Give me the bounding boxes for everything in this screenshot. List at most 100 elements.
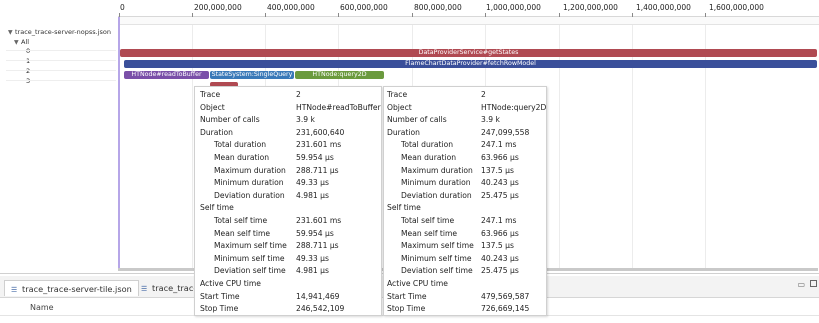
tooltip-key: Start Time	[200, 291, 240, 301]
tab-label: trace_trace-server-tile.json	[22, 284, 132, 294]
tooltip-row: Deviation duration 25.475 µs	[384, 190, 546, 202]
tree-item-row-2[interactable]: 2	[26, 67, 30, 75]
tooltip-key: Total duration	[214, 140, 267, 150]
tooltip-key: Self time	[200, 203, 234, 213]
tooltip-row: Active CPU time	[195, 278, 381, 290]
row-divider	[6, 60, 116, 61]
tree-item-all[interactable]: ▼ All	[14, 37, 29, 47]
selection-marker[interactable]	[118, 17, 120, 270]
tooltip-value: 40.243 µs	[481, 178, 519, 188]
tooltip-key: Stop Time	[200, 304, 239, 314]
tooltip-row: Duration 231,600,640	[195, 127, 381, 139]
tooltip-row: Minimum duration 40.243 µs	[384, 177, 546, 189]
tick-label: 1,400,000,000	[636, 3, 691, 12]
tooltip-key: Mean duration	[214, 153, 270, 162]
tab-label: trace_trace	[152, 283, 199, 293]
tooltip-row: Maximum duration 288.711 µs	[195, 165, 381, 177]
tooltip-value: 3.9 k	[296, 115, 315, 125]
tooltip-key: Duration	[200, 127, 233, 137]
tooltip-key: Mean self time	[401, 228, 458, 238]
bar-label: FlameChartDataProvider#fetchRowModel	[405, 60, 536, 67]
tab-trace-server-tile[interactable]: ☰ trace_trace-server-tile.json	[4, 280, 139, 296]
tooltip-value: 4.981 µs	[296, 266, 329, 276]
tree-item-row-3[interactable]: 3	[26, 77, 30, 85]
call-bar[interactable]: DataProviderService#getStates	[120, 49, 817, 57]
tree-item-file[interactable]: ▼ trace_trace-server-nopss.json	[8, 27, 111, 37]
call-bar[interactable]: HTNode:query2D	[295, 71, 384, 79]
tooltip-value: 3.9 k	[481, 115, 500, 125]
tooltip-row: Minimum self time 49.33 µs	[195, 253, 381, 265]
tooltip-value: HTNode:query2D	[481, 102, 547, 112]
tooltip-value: 63.966 µs	[481, 228, 519, 238]
tooltip-row: Object HTNode#readToBuffer	[195, 102, 381, 114]
tooltip-key: Total self time	[214, 216, 268, 225]
tooltip-value: 14,941,469	[296, 291, 340, 301]
tooltip-row: Trace 2	[384, 89, 546, 101]
tooltip-row: Total duration 247.1 ms	[384, 139, 546, 151]
tooltip-row: Maximum duration 137.5 µs	[384, 165, 546, 177]
tooltip-value: 247.1 ms	[481, 140, 517, 150]
column-name-header[interactable]: Name	[30, 303, 54, 312]
tooltip-row: Mean duration 59.954 µs	[195, 152, 381, 164]
chevron-down-icon[interactable]: ▼	[14, 38, 21, 48]
tooltip-key: Active CPU time	[387, 279, 448, 288]
tooltip-key: Maximum self time	[214, 241, 287, 251]
tooltip-key: Object	[387, 102, 412, 112]
table-icon: ☰	[141, 285, 148, 293]
tooltip-value: 726,669,145	[481, 304, 530, 314]
tooltip-row: Minimum duration 49.33 µs	[195, 177, 381, 189]
tooltip-row: Number of calls 3.9 k	[195, 114, 381, 126]
tooltip-value: 59.954 µs	[296, 228, 334, 238]
maximize-icon[interactable]	[810, 280, 817, 287]
tooltip-key: Total self time	[401, 216, 455, 225]
bar-label: HTNode#readToBuffer	[131, 71, 202, 78]
tooltip-row: Total self time 247.1 ms	[384, 215, 546, 227]
tooltip-value: 25.475 µs	[481, 266, 519, 276]
tree-item-row-0[interactable]: 0	[26, 47, 30, 55]
tooltip-key: Stop Time	[387, 304, 426, 314]
tick-label: 1,000,000,000	[486, 3, 541, 12]
tooltip-value: 137.5 µs	[481, 165, 514, 175]
tooltip-row: Object HTNode:query2D	[384, 102, 546, 114]
tooltip-row: Total duration 231.601 ms	[195, 139, 381, 151]
tooltip-row: Mean duration 63.966 µs	[384, 152, 546, 164]
tooltip-value: 231,600,640	[296, 127, 345, 137]
marker-axis[interactable]	[118, 17, 819, 25]
call-bar[interactable]: FlameChartDataProvider#fetchRowModel	[124, 60, 817, 68]
tooltip-key: Duration	[387, 127, 420, 137]
tooltip-row: Deviation self time 4.981 µs	[195, 265, 381, 277]
tick-label: 400,000,000	[267, 3, 315, 12]
tooltip-row: Mean self time 63.966 µs	[384, 228, 546, 240]
tooltip-key: Object	[200, 102, 225, 112]
tree-item-row-1[interactable]: 1	[26, 57, 30, 65]
tick-label: 800,000,000	[414, 3, 462, 12]
tooltip-key: Deviation self time	[401, 266, 473, 276]
tooltip-value: 40.243 µs	[481, 253, 519, 263]
row-divider	[6, 50, 116, 51]
tooltip-key: Deviation self time	[214, 266, 286, 276]
tooltip-value: 25.475 µs	[481, 190, 519, 200]
tooltip-row: Deviation duration 4.981 µs	[195, 190, 381, 202]
call-bar[interactable]: StateSystem:SingleQuery	[210, 71, 294, 79]
tooltip-row: Total self time 231.601 ms	[195, 215, 381, 227]
tree-file-label: trace_trace-server-nopss.json	[15, 28, 112, 36]
tooltip-value: 4.981 µs	[296, 190, 329, 200]
call-bar[interactable]: HTNode#readToBuffer	[124, 71, 209, 79]
tooltip-value: 247,099,558	[481, 127, 530, 137]
time-ruler[interactable]: 0 200,000,000 400,000,000 600,000,000 80…	[118, 0, 819, 17]
tooltip-key: Total duration	[401, 140, 454, 150]
row-divider	[6, 70, 116, 71]
tooltip-value: 288.711 µs	[296, 165, 339, 175]
tooltip-row: Stop Time 246,542,109	[195, 303, 381, 315]
tooltip-value: HTNode#readToBuffer	[296, 102, 381, 112]
minimize-icon[interactable]: ▭	[797, 280, 805, 289]
tooltip-value: 2	[481, 90, 486, 99]
tooltip-row: Start Time 14,941,469	[195, 291, 381, 303]
tooltip-row: Number of calls 3.9 k	[384, 114, 546, 126]
tooltip-key: Maximum duration	[401, 165, 473, 175]
tooltip-row: Trace 2	[195, 89, 381, 101]
tooltip-key: Number of calls	[200, 115, 260, 125]
tooltip-key: Maximum duration	[214, 165, 286, 175]
tooltip-row: Start Time 479,569,587	[384, 291, 546, 303]
tooltip-key: Deviation duration	[214, 190, 285, 200]
